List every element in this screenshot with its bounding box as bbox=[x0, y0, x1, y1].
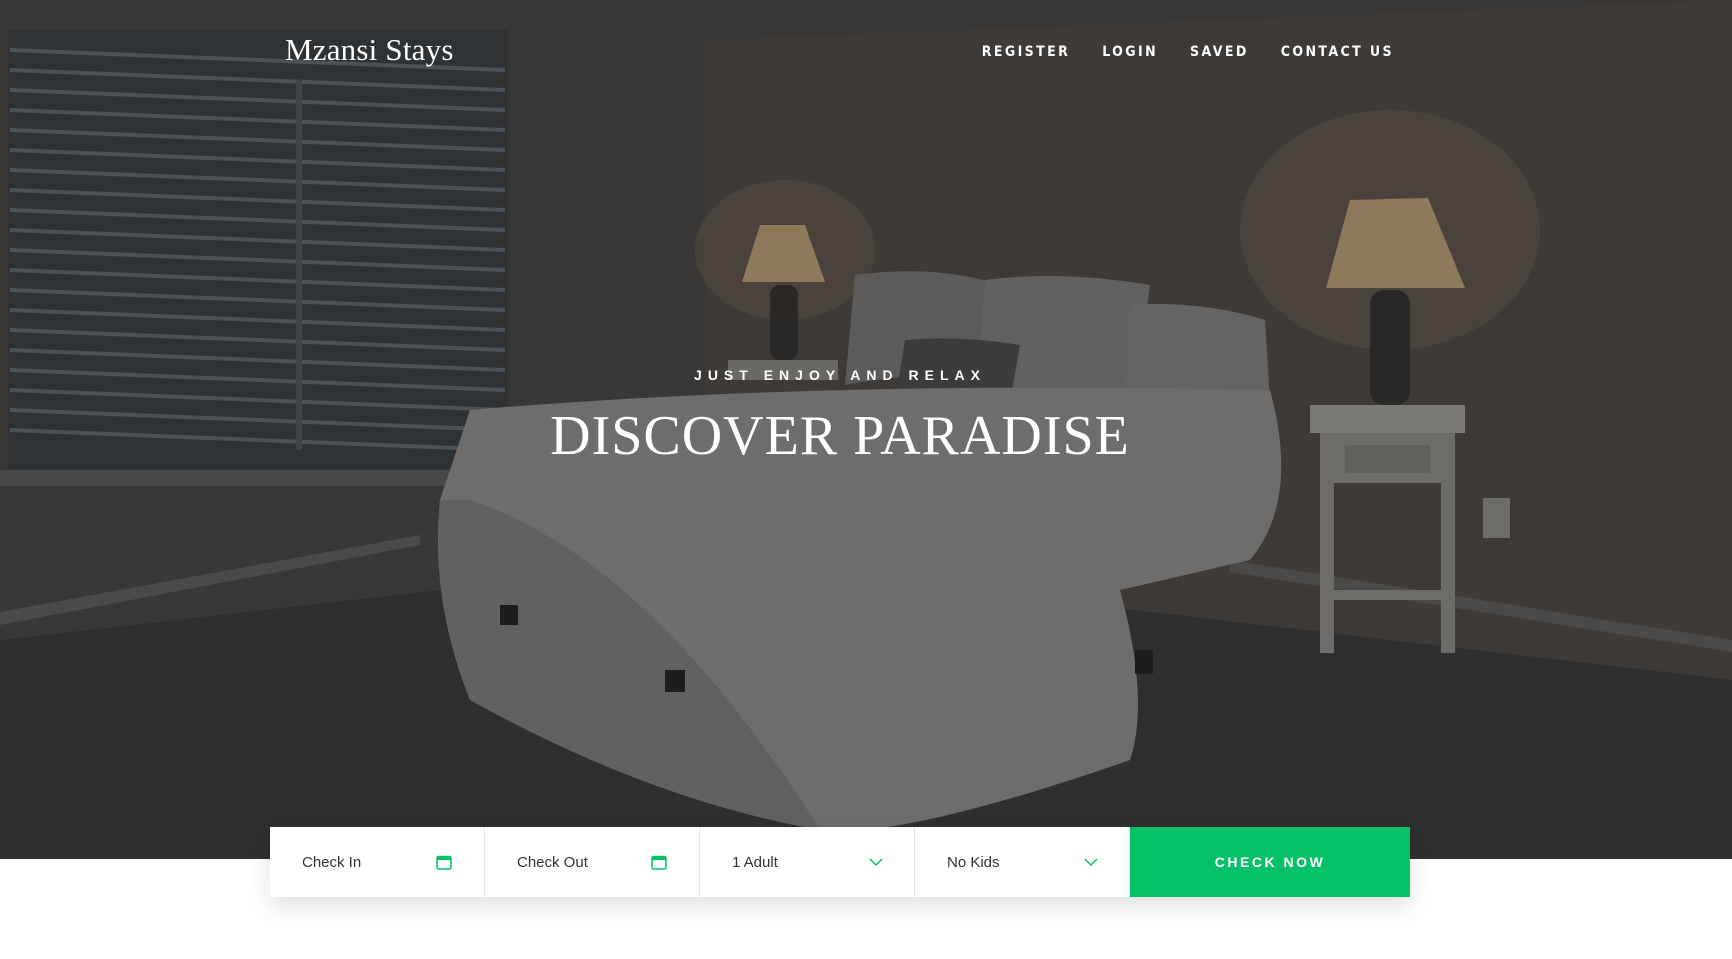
calendar-icon bbox=[651, 855, 667, 870]
main-nav: REGISTER LOGIN SAVED CONTACT US bbox=[982, 44, 1394, 60]
chevron-down-icon bbox=[1084, 857, 1098, 866]
check-out-field[interactable]: Check Out bbox=[485, 827, 700, 897]
chevron-down-icon bbox=[869, 857, 883, 866]
nav-contact-link[interactable]: CONTACT US bbox=[1281, 44, 1394, 60]
check-now-button[interactable]: CHECK NOW bbox=[1130, 827, 1410, 897]
check-out-label: Check Out bbox=[517, 853, 588, 871]
kids-select[interactable]: No Kids bbox=[915, 827, 1130, 897]
calendar-icon bbox=[436, 855, 452, 870]
booking-bar: Check In Check Out 1 Adult No Kids CHECK… bbox=[270, 827, 1410, 897]
hero-section: Mzansi Stays REGISTER LOGIN SAVED CONTAC… bbox=[0, 0, 1732, 859]
brand-logo[interactable]: Mzansi Stays bbox=[285, 32, 454, 68]
check-in-label: Check In bbox=[302, 853, 362, 871]
adults-select[interactable]: 1 Adult bbox=[700, 827, 915, 897]
nav-register-link[interactable]: REGISTER bbox=[982, 44, 1071, 60]
kids-value: No Kids bbox=[947, 853, 1000, 871]
adults-value: 1 Adult bbox=[732, 853, 778, 871]
nav-saved-link[interactable]: SAVED bbox=[1190, 44, 1249, 60]
check-in-field[interactable]: Check In bbox=[270, 827, 485, 897]
hero-tagline: JUST ENJOY AND RELAX bbox=[694, 367, 986, 383]
nav-login-link[interactable]: LOGIN bbox=[1102, 44, 1158, 60]
hero-headline: DISCOVER PARADISE bbox=[550, 405, 1130, 467]
